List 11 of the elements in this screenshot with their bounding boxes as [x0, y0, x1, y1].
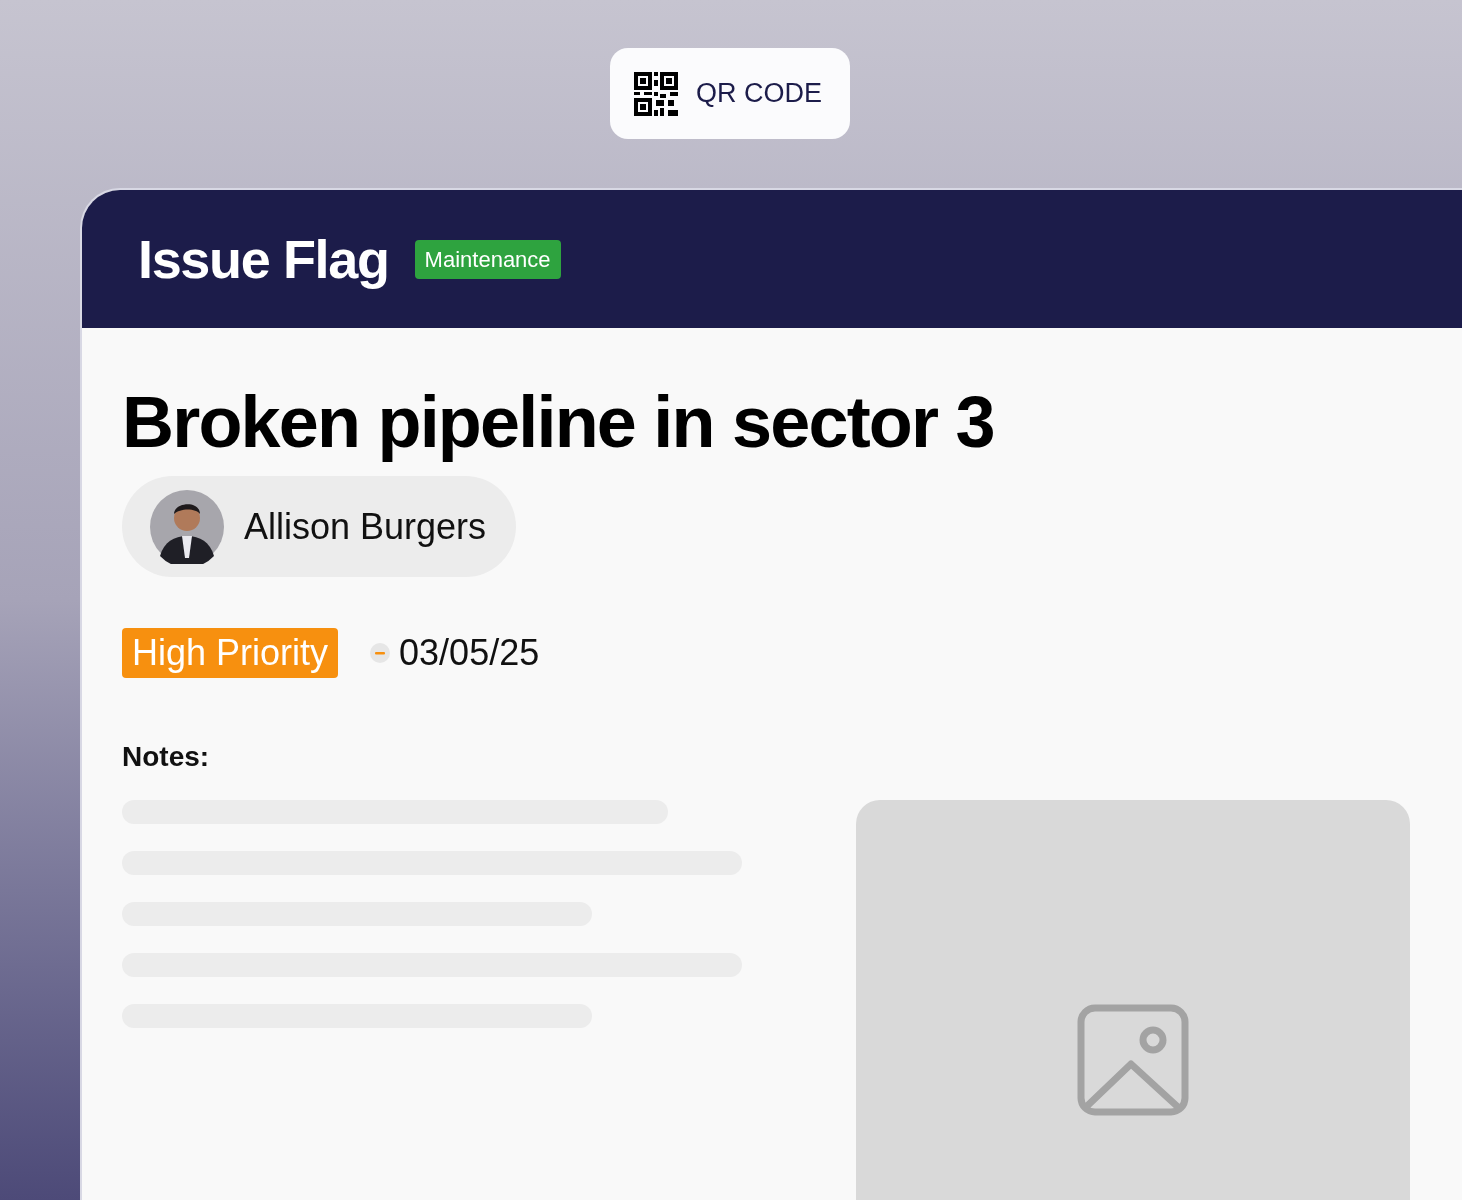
- issue-title: Broken pipeline in sector 3: [122, 381, 995, 464]
- qr-code-button[interactable]: QR CODE: [610, 48, 850, 139]
- priority-tag: High Priority: [122, 628, 339, 678]
- category-tag: Maintenance: [414, 239, 561, 279]
- assignee-name: Allison Burgers: [244, 504, 487, 549]
- notes-label: Notes:: [122, 740, 211, 774]
- image-icon: [1077, 1004, 1189, 1116]
- qr-code-icon: [634, 71, 678, 116]
- header-title: Issue Flag: [138, 227, 389, 291]
- due-date: 03/05/25: [399, 631, 540, 675]
- minus-icon: [370, 643, 391, 663]
